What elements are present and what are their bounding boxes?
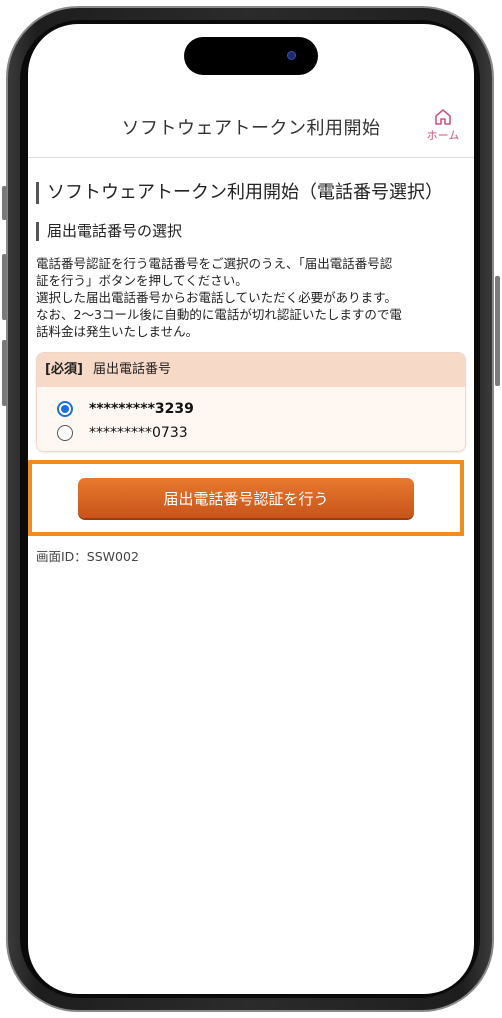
description-line: 話料金は発生いたしません。 xyxy=(36,324,199,339)
phone-number-panel: [必須] 届出電話番号 *********3239 *********0733 xyxy=(36,352,466,452)
description-line: なお、2〜3コール後に自動的に電話が切れ認証いたしますので電 xyxy=(36,307,402,322)
radio-button[interactable] xyxy=(57,425,73,441)
home-icon xyxy=(435,109,451,125)
phone-option-1[interactable]: *********3239 xyxy=(57,397,465,421)
home-label: ホーム xyxy=(426,129,460,142)
panel-label: 届出電話番号 xyxy=(93,362,172,377)
radio-button-selected[interactable] xyxy=(57,401,73,417)
panel-body: *********3239 *********0733 xyxy=(37,387,465,451)
required-tag: [必須] xyxy=(45,362,83,377)
silent-switch xyxy=(2,340,7,406)
page-title: ソフトウェアトークン利用開始 xyxy=(121,118,381,139)
power-button xyxy=(495,276,500,386)
description-line: 選択した届出電話番号からお電話していただく必要があります。 xyxy=(36,290,397,305)
section-title: ソフトウェアトークン利用開始（電話番号選択） xyxy=(36,182,466,204)
sub-title: 届出電話番号の選択 xyxy=(36,222,466,241)
app-header: ソフトウェアトークン利用開始 ホーム xyxy=(28,82,474,158)
highlighted-action-area: 届出電話番号認証を行う xyxy=(28,460,464,536)
main-content: ソフトウェアトークン利用開始（電話番号選択） 届出電話番号の選択 電話番号認証を… xyxy=(36,158,466,452)
phone-option-2[interactable]: *********0733 xyxy=(57,421,465,445)
description-line: 電話番号認証を行う電話番号をご選択のうえ、「届出電話番号認 xyxy=(36,256,393,271)
description: 電話番号認証を行う電話番号をご選択のうえ、「届出電話番号認 証を行う」ボタンを押… xyxy=(36,255,466,340)
verify-phone-button[interactable]: 届出電話番号認証を行う xyxy=(78,478,414,518)
phone-screen: ソフトウェアトークン利用開始 ホーム ソフトウェアトークン利用開始（電話番号選択… xyxy=(28,24,474,994)
screen-id: 画面ID：SSW002 xyxy=(36,549,139,564)
volume-down-button xyxy=(2,254,7,320)
dynamic-island xyxy=(184,37,318,75)
phone-option-label: *********3239 xyxy=(89,401,194,417)
panel-header: [必須] 届出電話番号 xyxy=(37,353,465,387)
phone-option-label: *********0733 xyxy=(89,425,188,441)
volume-up-button xyxy=(2,186,7,220)
description-line: 証を行う」ボタンを押してください。 xyxy=(36,273,248,288)
camera-icon xyxy=(287,51,296,60)
home-button[interactable]: ホーム xyxy=(422,108,464,143)
